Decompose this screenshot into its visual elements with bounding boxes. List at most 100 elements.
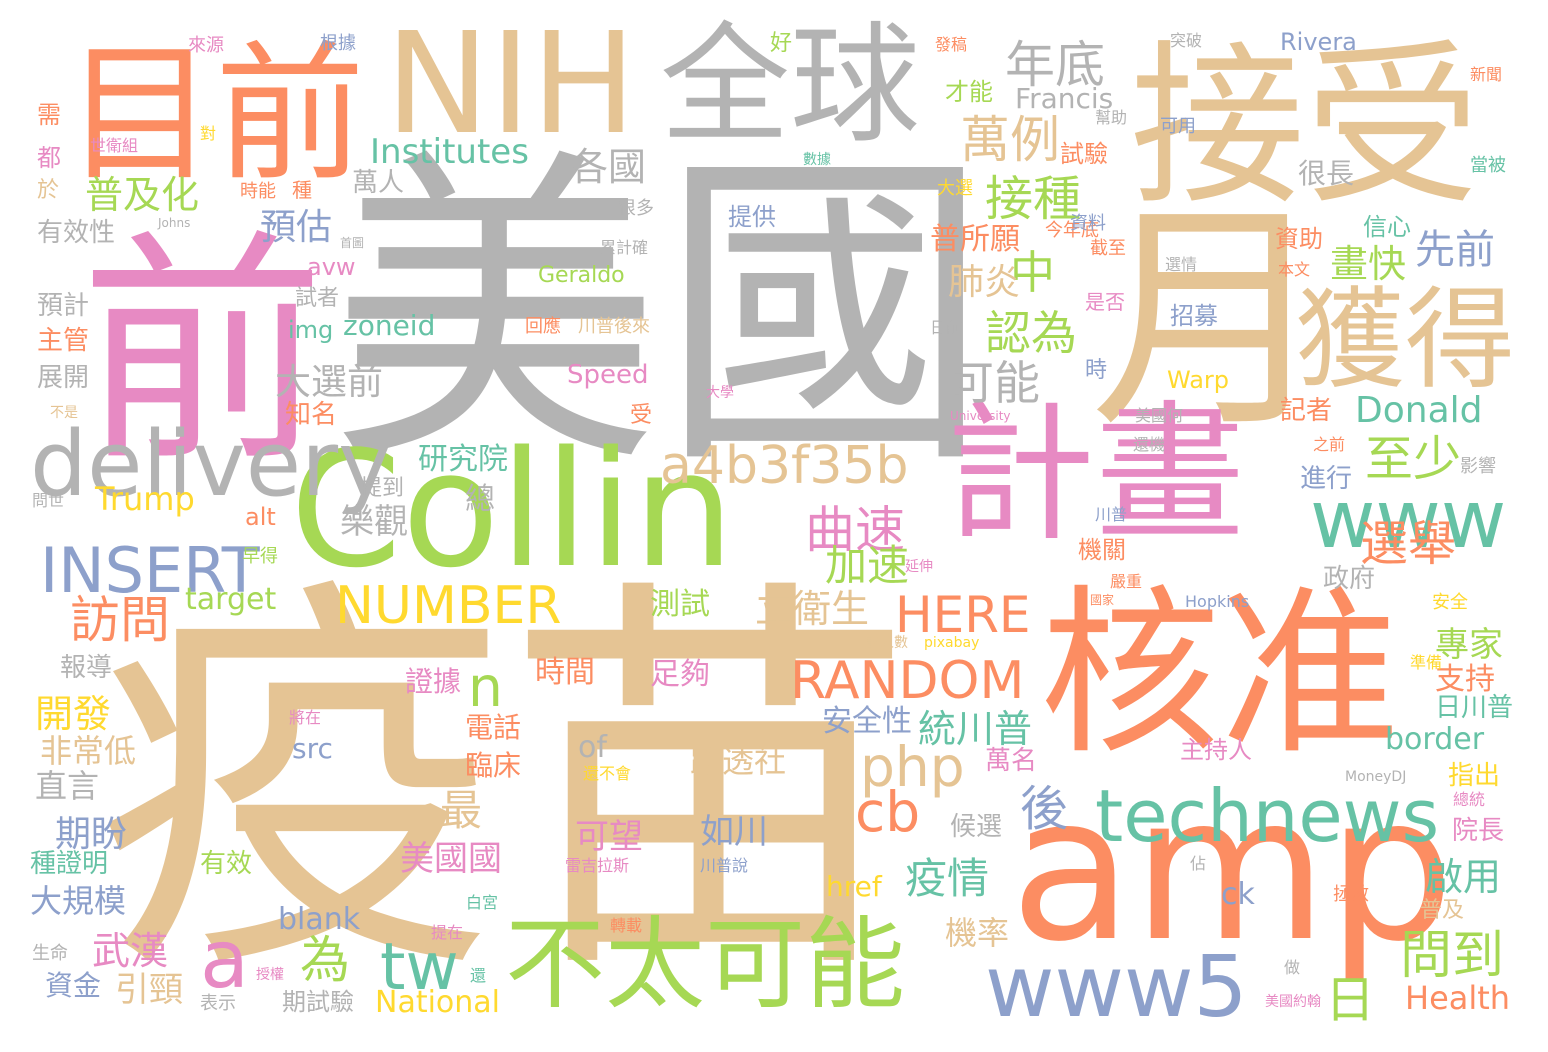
word-158: Hopkins xyxy=(1185,592,1250,611)
word-127: 報導 xyxy=(60,653,113,683)
word-138: 時 xyxy=(1085,358,1108,383)
word-70: 直言 xyxy=(35,767,100,805)
word-162: 安全 xyxy=(1432,592,1468,613)
word-144: 時能 xyxy=(240,181,276,202)
word-22: HERE xyxy=(895,586,1031,644)
word-123: Speed xyxy=(567,360,649,390)
word-180: pixabay xyxy=(924,635,980,651)
word-93: 時間 xyxy=(535,655,595,690)
word-33: 普所願 xyxy=(930,222,1020,257)
word-164: 國家 xyxy=(1090,593,1115,607)
word-97: 臨床 xyxy=(465,749,522,782)
word-111: 萬人 xyxy=(352,168,405,198)
word-175: 還不會 xyxy=(583,764,632,783)
word-90: 主持人 xyxy=(1180,736,1252,764)
word-137: 受 xyxy=(630,403,653,428)
word-58: 為 xyxy=(300,931,350,989)
word-77: 如川 xyxy=(700,812,768,852)
word-69: 非常低 xyxy=(40,732,137,770)
word-103: 資助 xyxy=(1275,225,1323,253)
word-9: 目前 xyxy=(65,28,366,202)
word-147: 累計確 xyxy=(600,238,649,257)
word-172: 還 xyxy=(470,966,487,985)
word-52: 問到 xyxy=(1400,926,1505,986)
word-178: 白宮 xyxy=(466,893,499,912)
word-160: MoneyDJ xyxy=(1345,769,1407,785)
word-59: Health xyxy=(1405,979,1511,1017)
word-27: 萬例 xyxy=(960,111,1060,169)
word-105: 信心 xyxy=(1363,213,1411,241)
word-18: a4b3f35b xyxy=(660,436,909,496)
word-53: 日 xyxy=(1325,971,1375,1029)
word-20: RANDOM xyxy=(790,651,1025,711)
word-79: href xyxy=(826,870,882,903)
word-106: 試驗 xyxy=(1060,140,1108,168)
word-124: Warp xyxy=(1167,366,1230,394)
word-38: 大選前 xyxy=(275,362,384,403)
word-149: 川普後來 xyxy=(578,316,650,337)
word-199: 當被 xyxy=(1470,155,1506,176)
word-88: 機率 xyxy=(945,914,1010,952)
word-62: 美國國 xyxy=(400,839,502,879)
word-171: 提在 xyxy=(431,923,464,942)
word-197: 新聞 xyxy=(1470,65,1503,84)
word-46: 加速 xyxy=(825,541,910,590)
word-78: src xyxy=(292,732,333,765)
word-56: 疫情 xyxy=(905,854,990,903)
word-177: 川普說 xyxy=(700,856,749,875)
word-189: 世衛組 xyxy=(90,136,139,155)
word-135: 期試驗 xyxy=(282,988,354,1016)
word-184: 不是 xyxy=(50,405,78,421)
word-80: blank xyxy=(278,902,361,937)
word-113: 有效性 xyxy=(37,218,116,248)
word-61: border xyxy=(1385,722,1485,757)
word-39: 至少 xyxy=(1365,431,1462,487)
word-156: 還機 xyxy=(1133,435,1166,454)
word-150: 日前 xyxy=(930,318,963,337)
word-110: 好 xyxy=(770,31,793,56)
word-125: Geraldo xyxy=(538,263,625,288)
word-173: 授權 xyxy=(256,967,284,983)
word-67: 期盼 xyxy=(55,814,128,855)
word-187: 首圖 xyxy=(340,236,365,250)
word-55: 統川普 xyxy=(918,707,1033,751)
word-13: 不太可能 xyxy=(505,906,905,1023)
word-195: 發稿 xyxy=(935,35,968,54)
word-73: 資金 xyxy=(45,969,102,1002)
word-66: 總 xyxy=(465,482,495,517)
word-60: National xyxy=(375,985,501,1020)
word-116: 展開 xyxy=(37,363,90,393)
word-21: NUMBER xyxy=(335,576,562,636)
word-118: 試者 xyxy=(295,286,340,311)
word-191: 可用 xyxy=(1160,116,1196,137)
word-30: 普及化 xyxy=(85,173,200,217)
word-100: 機關 xyxy=(1078,536,1126,564)
word-169: 美國約翰 xyxy=(1265,994,1321,1010)
word-40: 畫快 xyxy=(1330,242,1407,286)
word-129: 都 xyxy=(37,144,61,172)
word-44: Trump xyxy=(95,480,195,518)
word-183: 問世 xyxy=(32,491,65,510)
word-152: 選情 xyxy=(1165,255,1198,274)
word-133: 生命 xyxy=(32,943,68,964)
word-99: 政府 xyxy=(1323,564,1376,594)
word-107: 才能 xyxy=(945,78,993,106)
word-196: 突破 xyxy=(1170,31,1203,50)
word-117: 知名 xyxy=(285,400,338,430)
word-161: 總統 xyxy=(1453,790,1486,809)
word-35: 肺炎 xyxy=(948,262,1021,303)
word-157: 川普 xyxy=(1095,505,1128,524)
word-91: 候選 xyxy=(950,812,1003,842)
word-148: 回應 xyxy=(525,316,561,337)
word-186: 大學 xyxy=(706,385,734,401)
word-151: 美國何 xyxy=(1135,406,1184,425)
word-181: 延伸 xyxy=(905,559,933,575)
word-176: 雷吉拉斯 xyxy=(565,856,630,875)
word-112: 提供 xyxy=(728,203,776,231)
word-65: 樂觀 xyxy=(340,502,408,542)
word-45: 選舉 xyxy=(1360,516,1457,572)
word-72: 引頸 xyxy=(115,970,183,1010)
word-102: 記者 xyxy=(1280,396,1333,426)
word-165: 拯救 xyxy=(1333,884,1369,905)
word-42: Donald xyxy=(1355,390,1483,431)
